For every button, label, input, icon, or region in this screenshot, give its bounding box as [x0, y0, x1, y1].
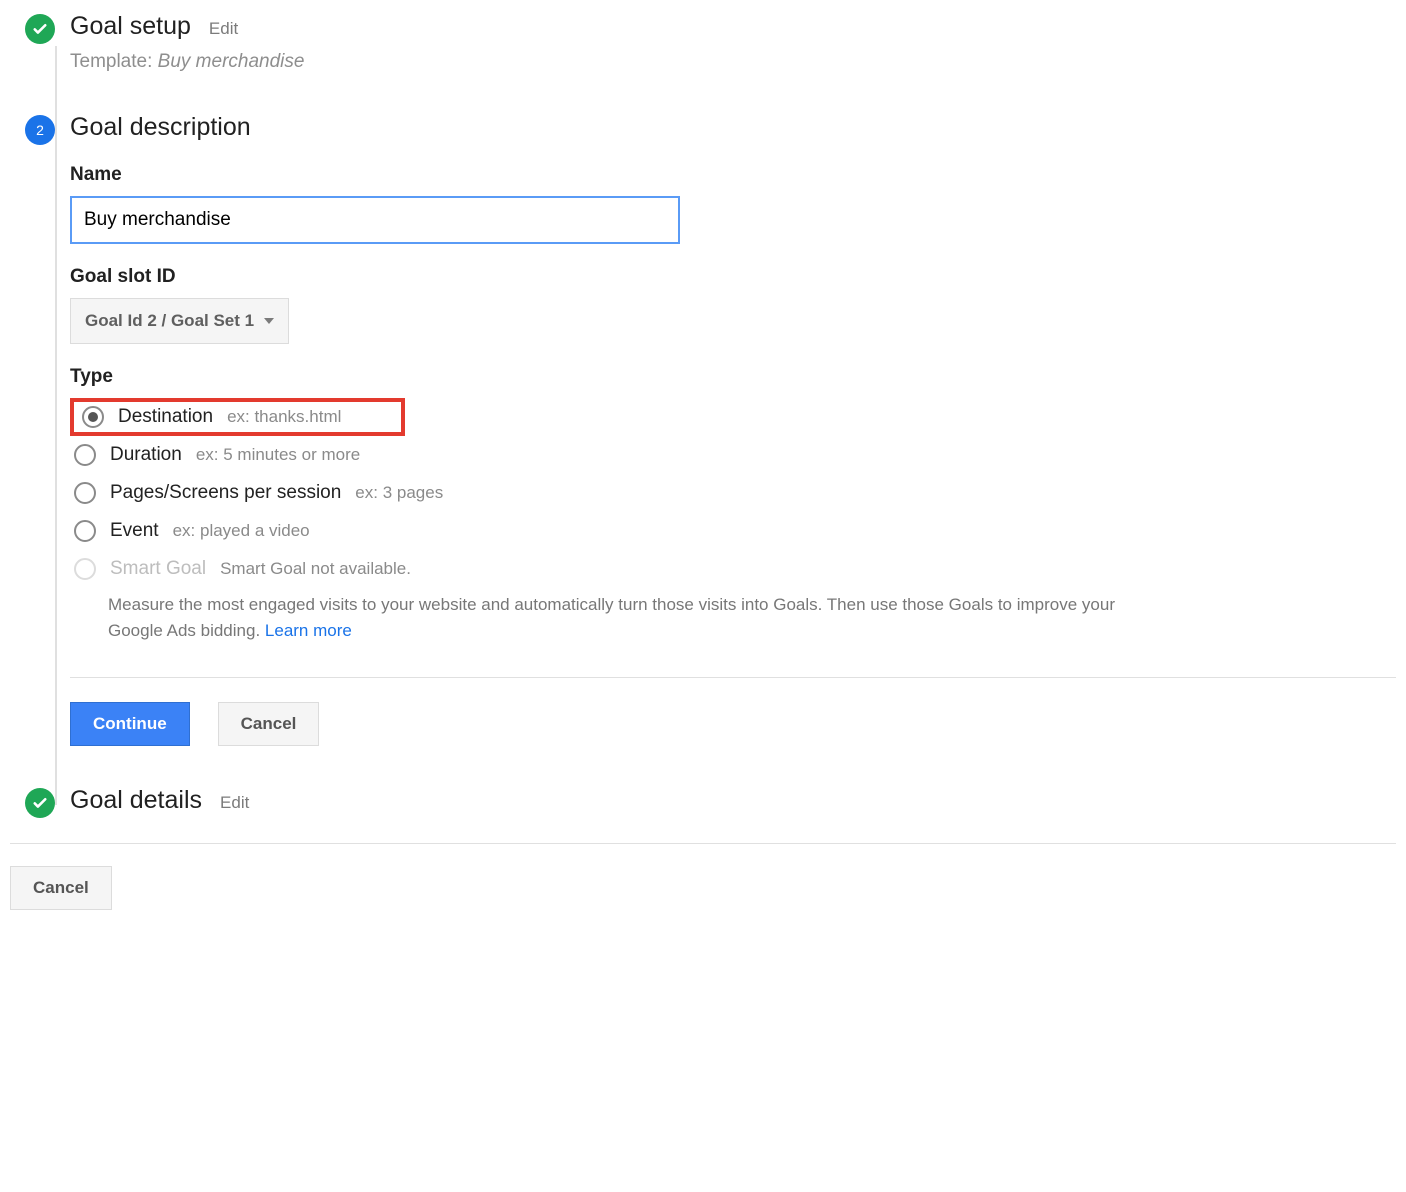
- step-number-icon: 2: [25, 115, 55, 145]
- type-duration-label: Duration: [110, 444, 182, 466]
- name-label: Name: [70, 164, 1396, 186]
- section-divider: [70, 677, 1396, 678]
- type-duration[interactable]: Duration ex: 5 minutes or more: [70, 436, 1396, 474]
- radio-icon: [74, 482, 96, 504]
- step-goal-description: 2 Goal description Name Goal slot ID Goa…: [70, 113, 1396, 786]
- smart-goal-description: Measure the most engaged visits to your …: [70, 592, 1120, 643]
- type-destination-label: Destination: [118, 406, 213, 428]
- step-connector: [55, 46, 57, 805]
- type-event-hint: ex: played a video: [173, 521, 310, 541]
- checkmark-icon: [25, 14, 55, 44]
- step-cancel-button[interactable]: Cancel: [218, 702, 320, 746]
- step-details-title: Goal details: [70, 786, 202, 815]
- type-pages-label: Pages/Screens per session: [110, 482, 341, 504]
- step-setup-title: Goal setup: [70, 12, 191, 41]
- smart-goal-description-text: Measure the most engaged visits to your …: [108, 595, 1115, 640]
- type-radio-group: Destination ex: thanks.html Duration ex:…: [70, 398, 1396, 643]
- type-label: Type: [70, 366, 1396, 388]
- type-destination[interactable]: Destination ex: thanks.html: [70, 398, 405, 436]
- slot-section: Goal slot ID Goal Id 2 / Goal Set 1: [70, 266, 1396, 344]
- learn-more-link[interactable]: Learn more: [265, 621, 352, 640]
- footer-cancel-button[interactable]: Cancel: [10, 866, 112, 910]
- type-smart-label: Smart Goal: [110, 558, 206, 580]
- step-setup-template: Template: Buy merchandise: [70, 51, 1396, 73]
- type-destination-hint: ex: thanks.html: [227, 407, 341, 427]
- step-details-edit[interactable]: Edit: [220, 793, 249, 813]
- step-action-row: Continue Cancel: [70, 702, 1396, 746]
- type-duration-hint: ex: 5 minutes or more: [196, 445, 360, 465]
- slot-label: Goal slot ID: [70, 266, 1396, 288]
- type-event[interactable]: Event ex: played a video: [70, 512, 1396, 550]
- radio-icon: [74, 520, 96, 542]
- name-section: Name: [70, 164, 1396, 244]
- checkmark-icon: [25, 788, 55, 818]
- chevron-down-icon: [264, 318, 274, 324]
- type-pages[interactable]: Pages/Screens per session ex: 3 pages: [70, 474, 1396, 512]
- step-goal-setup: Goal setup Edit Template: Buy merchandis…: [70, 12, 1396, 83]
- continue-button[interactable]: Continue: [70, 702, 190, 746]
- type-smart: Smart Goal Smart Goal not available.: [70, 550, 1396, 588]
- goal-slot-value: Goal Id 2 / Goal Set 1: [85, 311, 254, 331]
- type-event-label: Event: [110, 520, 159, 542]
- footer-divider: [10, 843, 1396, 844]
- type-pages-hint: ex: 3 pages: [355, 483, 443, 503]
- type-smart-hint: Smart Goal not available.: [220, 559, 411, 579]
- radio-icon: [82, 406, 104, 428]
- type-section: Type Destination ex: thanks.html Duratio…: [70, 366, 1396, 643]
- goal-name-input[interactable]: [70, 196, 680, 244]
- step-description-title: Goal description: [70, 113, 251, 142]
- radio-icon: [74, 558, 96, 580]
- step-goal-details: Goal details Edit: [70, 786, 1396, 825]
- radio-icon: [74, 444, 96, 466]
- goal-wizard: Goal setup Edit Template: Buy merchandis…: [10, 12, 1396, 825]
- goal-slot-dropdown[interactable]: Goal Id 2 / Goal Set 1: [70, 298, 289, 344]
- step-setup-edit[interactable]: Edit: [209, 19, 238, 39]
- template-name: Buy merchandise: [158, 51, 305, 72]
- template-prefix: Template:: [70, 51, 158, 72]
